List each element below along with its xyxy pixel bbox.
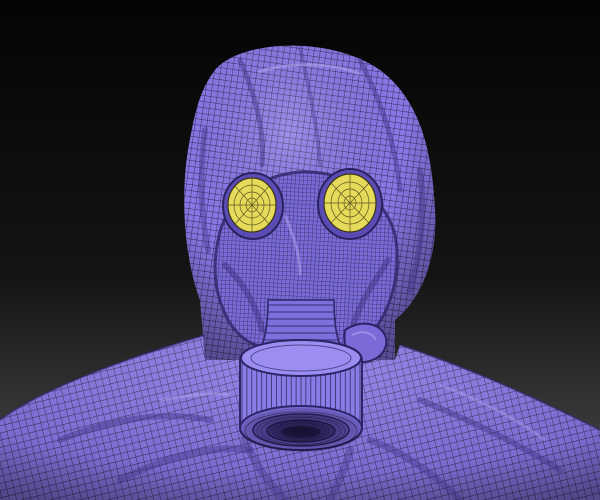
sculpt-render <box>0 0 600 500</box>
lens-right <box>317 168 383 240</box>
filter-canister <box>239 338 363 452</box>
lens-left <box>222 172 284 240</box>
viewport <box>0 0 600 500</box>
breathing-tube <box>260 299 342 346</box>
